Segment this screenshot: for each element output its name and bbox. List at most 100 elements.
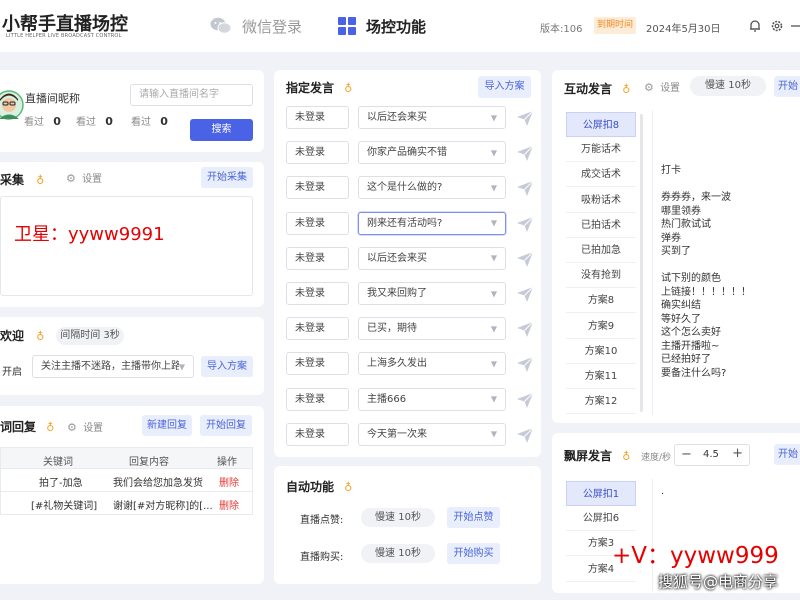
chevron-down-icon: ▼ xyxy=(178,362,185,371)
send-icon[interactable] xyxy=(516,250,534,268)
nav-wechat-login-label: 微信登录 xyxy=(242,18,303,36)
start-like-button[interactable]: 开始点赞 xyxy=(447,507,500,528)
message-select[interactable]: 刚来还有活动吗? ▼ xyxy=(358,211,506,235)
account-select[interactable]: 未登录 xyxy=(286,211,349,235)
message-select[interactable]: 上海多久发出 ▼ xyxy=(358,352,506,376)
send-icon[interactable] xyxy=(516,109,534,127)
gear-icon[interactable] xyxy=(770,19,784,33)
start-reply-button[interactable]: 开始回复 xyxy=(200,415,252,436)
tab-item[interactable]: 方案9 xyxy=(566,314,636,339)
tab-item[interactable]: 已拍加急 xyxy=(566,238,636,263)
send-icon[interactable] xyxy=(516,144,534,162)
welcome-import-button[interactable]: 导入方案 xyxy=(201,356,253,377)
bell-icon[interactable] xyxy=(748,19,762,33)
message-select[interactable]: 已买，期待 ▼ xyxy=(358,317,506,341)
tab-item[interactable]: 已拍话术 xyxy=(566,213,636,238)
minimize-icon[interactable] xyxy=(790,19,800,33)
message-value: 刚来还有活动吗? xyxy=(367,217,443,229)
text-line: 已经拍好了 xyxy=(661,354,711,365)
tab-item[interactable]: 成交话术 xyxy=(566,162,636,188)
collect-settings[interactable]: ⚙ 设置 xyxy=(66,170,102,185)
interactive-speed-pill[interactable]: 慢速 10秒 xyxy=(690,76,766,96)
text-line xyxy=(661,259,800,273)
tab-item[interactable]: 方案12 xyxy=(566,389,636,415)
tab-item[interactable]: 万能话术 xyxy=(566,137,636,163)
account-select[interactable]: 未登录 xyxy=(286,422,349,446)
tab-item[interactable]: 公屏扣1 xyxy=(566,481,636,506)
designated-import-button[interactable]: 导入方案 xyxy=(478,76,531,98)
interactive-start-button[interactable]: 开始 xyxy=(774,76,800,97)
send-icon[interactable] xyxy=(516,426,534,444)
tab-item[interactable]: 没有抢到 xyxy=(566,263,636,289)
interactive-textarea[interactable]: 打卡 券券券，来一波 哪里领券 热门款试试 弹券 买到了 试下别的颜色 上链接！！！！！！ 确实… xyxy=(652,110,800,415)
account-select[interactable]: 未登录 xyxy=(286,141,349,165)
account-select[interactable]: 未登录 xyxy=(286,352,349,376)
decrement-icon[interactable]: − xyxy=(681,447,692,462)
send-icon[interactable] xyxy=(516,179,534,197)
buy-speed-pill[interactable]: 慢速 10秒 xyxy=(361,544,435,563)
interactive-settings-label: 设置 xyxy=(660,83,681,94)
wechat-icon xyxy=(210,17,232,34)
tab-item[interactable]: 方案8 xyxy=(566,288,636,314)
send-icon[interactable] xyxy=(516,391,534,409)
message-select[interactable]: 你家产品确实不错 ▼ xyxy=(358,141,506,165)
collect-textarea[interactable] xyxy=(0,196,253,296)
account-value: 未登录 xyxy=(295,147,325,159)
start-buy-button[interactable]: 开始购买 xyxy=(447,543,500,564)
account-select[interactable]: 未登录 xyxy=(286,387,349,411)
account-value: 未登录 xyxy=(295,182,325,194)
tab-item[interactable]: 方案10 xyxy=(566,339,636,364)
account-select[interactable]: 未登录 xyxy=(286,176,349,200)
message-select[interactable]: 今天第一次来 ▼ xyxy=(358,422,506,446)
interactive-settings[interactable]: ⚙ 设置 xyxy=(644,79,680,94)
welcome-message-select[interactable]: 关注主播不迷路，主播带你上路 ▼ xyxy=(32,355,194,378)
room-name-input[interactable]: 请输入直播间名字 xyxy=(130,84,253,106)
send-icon[interactable] xyxy=(516,215,534,233)
message-select[interactable]: 以后还会来买 ▼ xyxy=(358,246,506,270)
send-icon[interactable] xyxy=(516,355,534,373)
text-line: 上链接！！！！！！ xyxy=(661,286,751,298)
like-speed-pill[interactable]: 慢速 10秒 xyxy=(361,508,435,527)
keyword-settings[interactable]: ⚙ 设置 xyxy=(67,419,103,434)
collect-overlay-text: 卫星：yyww9991 xyxy=(14,224,165,245)
chevron-down-icon: ▼ xyxy=(490,113,497,122)
send-icon[interactable] xyxy=(516,285,534,303)
message-select[interactable]: 我又来回购了 ▼ xyxy=(358,282,506,305)
account-select[interactable]: 未登录 xyxy=(286,317,349,341)
barrage-speed-stepper[interactable]: − 4.5 + xyxy=(674,444,750,466)
text-line: 试下别的颜色 xyxy=(661,273,721,284)
text-line: 等好久了 xyxy=(661,313,701,325)
search-button[interactable]: 搜索 xyxy=(190,119,253,141)
new-reply-button[interactable]: 新建回复 xyxy=(142,415,192,436)
tab-item[interactable]: 公屏扣6 xyxy=(566,506,636,532)
start-collect-button[interactable]: 开始采集 xyxy=(201,167,253,188)
message-select[interactable]: 以后还会来买 ▼ xyxy=(358,106,506,129)
text-line: 这个怎么卖好 xyxy=(661,327,721,338)
collect-title: 采集 ♁ xyxy=(0,171,44,188)
welcome-interval-pill[interactable]: 间隔时间 3秒 xyxy=(56,327,124,345)
delete-link[interactable]: 删除 xyxy=(219,474,239,489)
tab-item[interactable]: 吸粉话术 xyxy=(566,188,636,213)
tip-bulb-icon: ♁ xyxy=(344,481,353,494)
text-line: 主播开播啦~ xyxy=(661,340,720,352)
row-keyword: [#礼物关键词] xyxy=(31,501,98,512)
delete-link[interactable]: 删除 xyxy=(219,497,239,512)
increment-icon[interactable]: + xyxy=(732,446,743,461)
stat-value: 0 xyxy=(105,115,113,128)
message-value: 已买，期待 xyxy=(367,323,417,335)
barrage-start-button[interactable]: 开始 xyxy=(774,444,800,465)
settings-icon: ⚙ xyxy=(67,421,77,434)
account-select[interactable]: 未登录 xyxy=(286,106,349,129)
tab-scrollbar[interactable] xyxy=(640,114,643,412)
welcome-enable-label: 开启 xyxy=(2,367,22,378)
send-icon[interactable] xyxy=(516,320,534,338)
stat-label: 看过 xyxy=(76,117,96,128)
message-select[interactable]: 这个是什么做的? ▼ xyxy=(358,176,506,200)
tab-item[interactable]: 公屏扣8 xyxy=(566,112,636,137)
message-select[interactable]: 主播666 ▼ xyxy=(358,387,506,411)
tab-item[interactable]: 方案11 xyxy=(566,364,636,389)
account-select[interactable]: 未登录 xyxy=(286,246,349,270)
account-value: 未登录 xyxy=(295,358,325,370)
text-line: 弹券 xyxy=(661,232,681,244)
account-select[interactable]: 未登录 xyxy=(286,282,349,305)
